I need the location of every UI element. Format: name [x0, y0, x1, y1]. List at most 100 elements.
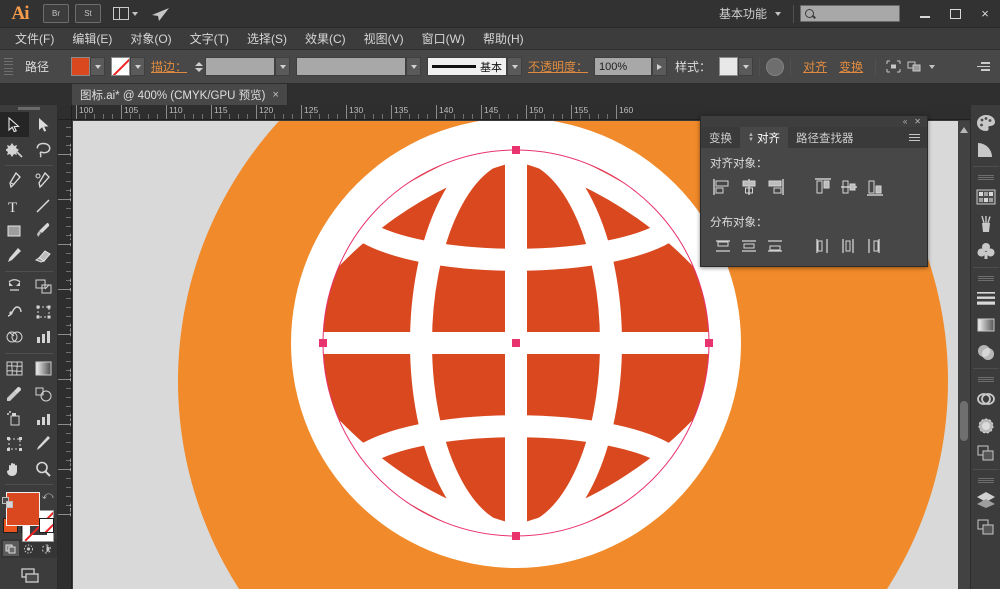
select-similar-objects-icon[interactable]: [904, 57, 926, 77]
ruler-origin[interactable]: [58, 105, 72, 120]
graphic-style-swatch[interactable]: [719, 57, 738, 76]
horizontal-align-right-icon[interactable]: [762, 175, 788, 199]
dock-group-gripper[interactable]: [978, 175, 994, 180]
vertical-align-bottom-icon[interactable]: [862, 175, 888, 199]
links-panel-icon[interactable]: [973, 513, 999, 540]
stroke-weight-input[interactable]: [205, 57, 275, 76]
draw-behind-icon[interactable]: [21, 541, 37, 556]
mesh-tool-icon[interactable]: [0, 356, 29, 381]
pencil-tool-icon[interactable]: [0, 243, 29, 268]
free-transform-tool-icon[interactable]: [29, 300, 58, 325]
control-bar-gripper[interactable]: [4, 58, 13, 76]
menu-edit[interactable]: 编辑(E): [63, 28, 121, 50]
brushes-panel-icon[interactable]: [973, 210, 999, 237]
dock-group-gripper[interactable]: [978, 276, 994, 281]
dock-group-gripper[interactable]: [978, 478, 994, 483]
column-graph-tool-icon[interactable]: [29, 325, 58, 350]
transform-button[interactable]: 变换: [833, 58, 869, 75]
stroke-swatch[interactable]: [111, 57, 130, 76]
opacity-input[interactable]: 100%: [594, 57, 652, 76]
pen-tool-icon[interactable]: [0, 168, 29, 193]
vertical-align-center-icon[interactable]: [836, 175, 862, 199]
menu-file[interactable]: 文件(F): [6, 28, 63, 50]
line-segment-tool-icon[interactable]: [29, 193, 58, 218]
minimize-button[interactable]: [910, 0, 940, 28]
stroke-weight-stepper[interactable]: [193, 57, 205, 76]
paintbrush-tool-icon[interactable]: [29, 218, 58, 243]
artboards-panel-icon[interactable]: [973, 439, 999, 466]
type-tool-icon[interactable]: T: [0, 193, 29, 218]
draw-normal-icon[interactable]: [3, 541, 19, 556]
menu-object[interactable]: 对象(O): [121, 28, 180, 50]
blend-tool-icon[interactable]: [29, 381, 58, 406]
opacity-dropdown[interactable]: [652, 57, 667, 76]
vertical-align-top-icon[interactable]: [810, 175, 836, 199]
lasso-tool-icon[interactable]: [29, 137, 58, 162]
gradient-panel-icon[interactable]: [973, 311, 999, 338]
variable-width-profile-dropdown[interactable]: [406, 57, 421, 76]
vertical-distribute-bottom-icon[interactable]: [762, 234, 788, 258]
align-button[interactable]: 对齐: [797, 58, 833, 75]
transparency-panel-icon[interactable]: [973, 338, 999, 365]
close-button[interactable]: ×: [970, 0, 1000, 28]
width-tool-icon[interactable]: [0, 300, 29, 325]
recolor-artwork-icon[interactable]: [766, 58, 784, 76]
brush-definition-preview[interactable]: 基本: [427, 57, 507, 76]
scroll-up-arrow[interactable]: [959, 123, 969, 133]
gradient-tool-icon[interactable]: [29, 356, 58, 381]
swap-fill-stroke-icon[interactable]: ⤺: [42, 490, 54, 503]
stock-button[interactable]: St: [75, 4, 101, 23]
knife-tool-icon[interactable]: [29, 431, 58, 456]
search-input[interactable]: [800, 5, 900, 22]
close-icon[interactable]: ×: [273, 89, 279, 101]
menu-select[interactable]: 选择(S): [238, 28, 296, 50]
eraser-tool-icon[interactable]: [29, 243, 58, 268]
dock-group-gripper[interactable]: [978, 377, 994, 382]
vertical-distribute-top-icon[interactable]: [710, 234, 736, 258]
scale-tool-icon[interactable]: [29, 275, 58, 300]
swatches-panel-icon[interactable]: [973, 183, 999, 210]
color-guide-panel-icon[interactable]: [973, 136, 999, 163]
workspace-switcher[interactable]: 基本功能: [713, 5, 787, 22]
fill-dropdown[interactable]: [90, 57, 105, 76]
horizontal-distribute-right-icon[interactable]: [862, 234, 888, 258]
share-icon[interactable]: [146, 3, 176, 25]
shape-builder-tool-icon[interactable]: [0, 325, 29, 350]
artboard-tool-icon[interactable]: [0, 431, 29, 456]
rotate-tool-icon[interactable]: [0, 275, 29, 300]
stroke-weight-dropdown[interactable]: [275, 57, 290, 76]
bridge-button[interactable]: Br: [43, 4, 69, 23]
scrollbar-thumb[interactable]: [960, 401, 968, 441]
graph-tool-icon[interactable]: [29, 406, 58, 431]
draw-inside-icon[interactable]: [39, 541, 55, 556]
collapse-panel-icon[interactable]: «: [903, 117, 907, 126]
direct-selection-tool-icon[interactable]: [29, 112, 58, 137]
fill-swatch[interactable]: [71, 57, 90, 76]
select-similar-dropdown-icon[interactable]: [929, 65, 935, 69]
document-tab[interactable]: 图标.ai* @ 400% (CMYK/GPU 预览) ×: [72, 84, 288, 105]
default-fill-stroke-icon[interactable]: [2, 497, 14, 509]
graphic-style-dropdown[interactable]: [738, 57, 753, 76]
eyedropper-tool-icon[interactable]: [0, 381, 29, 406]
rectangle-tool-icon[interactable]: [0, 218, 29, 243]
horizontal-align-center-icon[interactable]: [736, 175, 762, 199]
symbols-panel-icon[interactable]: [973, 237, 999, 264]
tab-pathfinder[interactable]: 路径查找器: [788, 127, 862, 148]
stroke-dropdown[interactable]: [130, 57, 145, 76]
arrange-documents-icon[interactable]: [110, 3, 140, 25]
tab-transform[interactable]: 变换: [701, 127, 740, 148]
opacity-label[interactable]: 不透明度：: [522, 58, 594, 75]
tab-align[interactable]: ▲▼ 对齐: [740, 127, 788, 148]
horizontal-align-left-icon[interactable]: [710, 175, 736, 199]
hand-tool-icon[interactable]: [0, 456, 29, 481]
zoom-tool-icon[interactable]: [29, 456, 58, 481]
vertical-distribute-center-icon[interactable]: [736, 234, 762, 258]
magic-wand-tool-icon[interactable]: [0, 137, 29, 162]
selection-tool-icon[interactable]: [0, 112, 29, 137]
color-panel-icon[interactable]: [973, 109, 999, 136]
layers-panel-icon[interactable]: [973, 486, 999, 513]
tools-panel-gripper[interactable]: [18, 107, 40, 110]
graphic-styles-panel-icon[interactable]: [973, 412, 999, 439]
menu-help[interactable]: 帮助(H): [474, 28, 533, 50]
vertical-scrollbar[interactable]: [958, 121, 970, 589]
